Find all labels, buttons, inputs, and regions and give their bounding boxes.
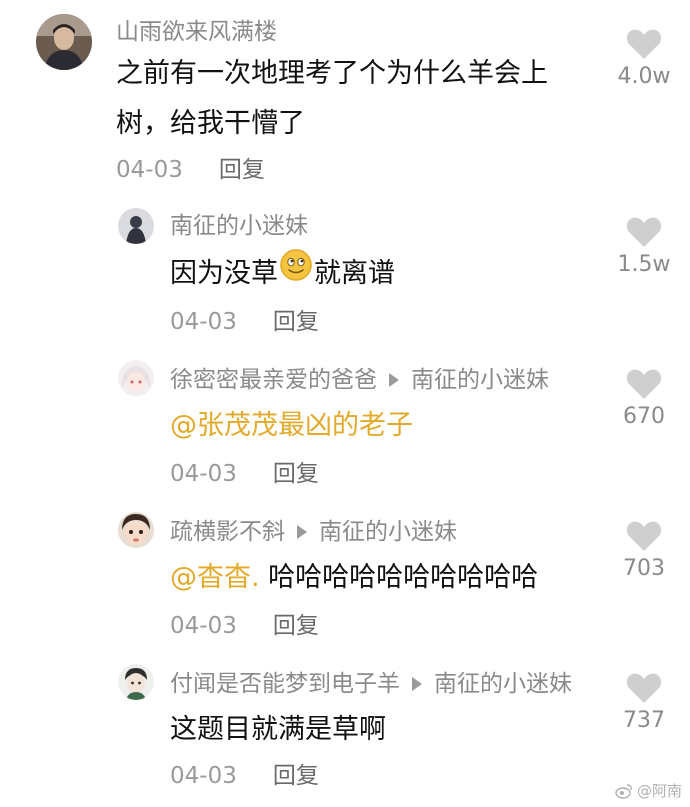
heart-icon	[626, 673, 662, 703]
avatar-baby-face-icon	[118, 512, 154, 548]
reply-author[interactable]: 徐密密最亲爱的爸爸	[170, 366, 377, 394]
reply-username: 徐密密最亲爱的爸爸 南征的小迷妹	[170, 366, 549, 394]
avatar-anime-girl-icon	[118, 360, 154, 396]
reply-arrow-icon	[412, 677, 422, 691]
like-count: 1.5w	[617, 252, 671, 277]
reply-arrow-icon	[389, 373, 399, 387]
comment-1: 山雨欲来风满楼 之前有一次地理考了个为什么羊会上 树，给我干懵了 04-03 回复…	[0, 0, 690, 200]
comment-date: 04-03	[170, 613, 237, 639]
like-button[interactable]: 670	[604, 368, 684, 430]
comment-text-part: 哈哈哈哈哈哈哈哈哈哈	[259, 562, 539, 593]
reply-target[interactable]: 南征的小迷妹	[434, 670, 572, 698]
comment-text-part: 这题目就满是草啊	[170, 714, 386, 745]
comment-date: 04-03	[116, 157, 183, 183]
like-button[interactable]: 4.0w	[604, 28, 684, 90]
watermark-text: @阿南	[636, 782, 682, 800]
reply-author[interactable]: 付闻是否能梦到电子羊	[170, 670, 400, 698]
mention-link[interactable]: @杳杳.	[170, 562, 260, 593]
comment-meta: 04-03 回复	[116, 156, 265, 184]
comment-meta: 04-03 回复	[170, 460, 319, 488]
comment-date: 04-03	[170, 763, 237, 789]
like-button[interactable]: 1.5w	[604, 216, 684, 278]
reply-target[interactable]: 南征的小迷妹	[411, 366, 549, 394]
avatar[interactable]	[118, 360, 154, 396]
comment-text-line: 树，给我干懵了	[116, 108, 305, 139]
comment-4: 疏横影不斜 南征的小迷妹 @杳杳. 哈哈哈哈哈哈哈哈哈哈 04-03 回复 703	[0, 504, 690, 656]
comment-3: 徐密密最亲爱的爸爸 南征的小迷妹 @张茂茂最凶的老子 04-03 回复 670	[0, 352, 690, 504]
comment-text-part: 因为没草	[170, 258, 278, 289]
comment-meta: 04-03 回复	[170, 612, 319, 640]
like-count: 670	[623, 404, 665, 429]
like-count: 737	[623, 708, 665, 733]
comment-meta: 04-03 回复	[170, 762, 319, 790]
weibo-logo-icon	[615, 783, 632, 799]
reply-username: 付闻是否能梦到电子羊 南征的小迷妹	[170, 670, 572, 698]
mention-link[interactable]: @张茂茂最凶的老子	[170, 410, 413, 441]
avatar-dark-figure-icon	[118, 208, 154, 244]
comment-meta: 04-03 回复	[170, 308, 319, 336]
like-button[interactable]: 703	[604, 520, 684, 582]
reply-author[interactable]: 疏横影不斜	[170, 518, 285, 546]
comment-date: 04-03	[170, 461, 237, 487]
avatar[interactable]	[118, 664, 154, 700]
reply-button[interactable]: 回复	[273, 763, 319, 789]
comment-text-line: 之前有一次地理考了个为什么羊会上	[116, 58, 548, 89]
comment-5: 付闻是否能梦到电子羊 南征的小迷妹 这题目就满是草啊 04-03 回复 737	[0, 656, 690, 807]
reply-button[interactable]: 回复	[219, 157, 265, 183]
reply-username: 疏横影不斜 南征的小迷妹	[170, 518, 457, 546]
comment-username[interactable]: 山雨欲来风满楼	[116, 18, 277, 46]
heart-icon	[626, 217, 662, 247]
reply-button[interactable]: 回复	[273, 461, 319, 487]
avatar-cartoon-boy-icon	[118, 664, 154, 700]
reply-target[interactable]: 南征的小迷妹	[319, 518, 457, 546]
comment-text: 这题目就满是草啊	[170, 708, 386, 752]
reply-button[interactable]: 回复	[273, 309, 319, 335]
reply-username[interactable]: 南征的小迷妹	[170, 212, 308, 240]
reply-button[interactable]: 回复	[273, 613, 319, 639]
heart-icon	[626, 29, 662, 59]
comment-text: 因为没草 就离谱	[170, 248, 395, 296]
avatar-man-photo-icon	[36, 14, 92, 70]
comment-2: 南征的小迷妹 因为没草 就离谱 04-03 回复 1.5w	[0, 200, 690, 352]
smirk-emoji-icon	[280, 248, 312, 295]
comment-text: @杳杳. 哈哈哈哈哈哈哈哈哈哈	[170, 556, 538, 600]
comment-text: @张茂茂最凶的老子	[170, 404, 413, 448]
heart-icon	[626, 369, 662, 399]
like-count: 4.0w	[617, 64, 671, 89]
reply-arrow-icon	[297, 525, 307, 539]
comment-date: 04-03	[170, 309, 237, 335]
like-button[interactable]: 737	[604, 672, 684, 734]
watermark: @阿南	[615, 780, 682, 801]
comment-text: 之前有一次地理考了个为什么羊会上 树，给我干懵了	[116, 52, 548, 146]
avatar[interactable]	[118, 208, 154, 244]
avatar[interactable]	[118, 512, 154, 548]
like-count: 703	[623, 556, 665, 581]
avatar[interactable]	[36, 14, 92, 70]
heart-icon	[626, 521, 662, 551]
comment-text-part: 就离谱	[314, 258, 395, 289]
